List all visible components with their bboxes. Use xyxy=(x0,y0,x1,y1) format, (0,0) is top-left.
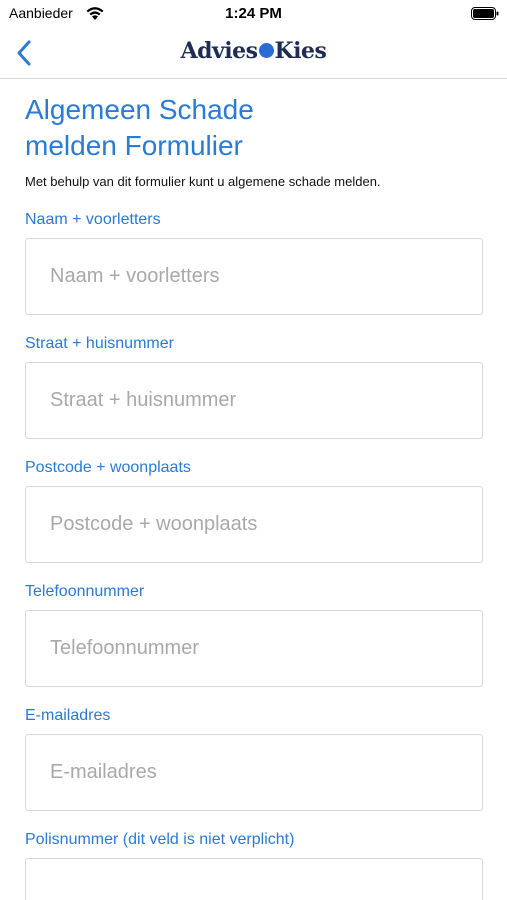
phone-input[interactable] xyxy=(25,610,483,687)
app-logo: Advies Kies xyxy=(0,38,507,64)
phone-label: Telefoonnummer xyxy=(25,583,145,600)
logo-text-right: Kies xyxy=(274,38,327,64)
street-input[interactable] xyxy=(25,362,483,439)
field-name: Naam + voorletters xyxy=(25,211,483,315)
navigation-bar: Advies Kies xyxy=(0,28,507,79)
page-title: Algemeen Schade melden Formulier xyxy=(25,80,483,164)
field-email: E-mailadres xyxy=(25,707,483,811)
postcode-input[interactable] xyxy=(25,486,483,563)
status-time: 1:24 PM xyxy=(225,5,282,22)
logo-text-left: Advies xyxy=(180,38,258,64)
page-title-line-2: melden Formulier xyxy=(25,130,243,161)
name-label: Naam + voorletters xyxy=(25,211,161,228)
field-postcode: Postcode + woonplaats xyxy=(25,459,483,563)
logo-dot xyxy=(258,43,274,58)
field-policy-number: Polisnummer (dit veld is niet verplicht) xyxy=(25,831,483,900)
status-bar: Aanbieder 1:24 PM xyxy=(0,0,507,28)
street-label: Straat + huisnummer xyxy=(25,335,174,352)
postcode-label: Postcode + woonplaats xyxy=(25,459,191,476)
battery-icon xyxy=(471,7,499,20)
page-title-line-1: Algemeen Schade xyxy=(25,94,254,125)
field-phone: Telefoonnummer xyxy=(25,583,483,687)
policy-number-input[interactable] xyxy=(25,858,483,900)
email-input[interactable] xyxy=(25,734,483,811)
policy-number-label: Polisnummer (dit veld is niet verplicht) xyxy=(25,831,295,848)
form-intro-text: Met behulp van dit formulier kunt u alge… xyxy=(25,174,381,189)
email-label: E-mailadres xyxy=(25,707,111,724)
field-street: Straat + huisnummer xyxy=(25,335,483,439)
name-input[interactable] xyxy=(25,238,483,315)
form-content: Algemeen Schade melden Formulier Met beh… xyxy=(25,80,483,900)
